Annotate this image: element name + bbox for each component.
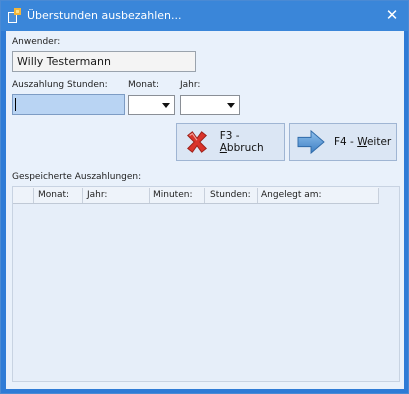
column-header[interactable]: Monat: — [38, 190, 69, 200]
month-select[interactable] — [128, 95, 175, 115]
year-select[interactable] — [180, 95, 240, 115]
text-caret — [15, 98, 16, 111]
window-title: Überstunden ausbezahlen... — [27, 9, 182, 22]
cancel-button[interactable]: F3 - Abbruch — [176, 123, 285, 161]
user-field: Willy Testermann — [12, 51, 196, 72]
cancel-label: F3 - Abbruch — [219, 130, 264, 154]
year-label: Jahr: — [180, 80, 201, 90]
title-bar[interactable]: Überstunden ausbezahlen... ✕ — [1, 1, 408, 31]
saved-payouts-table[interactable]: Monat: Jahr: Minuten: Stunden: Angelegt … — [12, 186, 400, 382]
user-label: Anwender: — [12, 37, 61, 47]
column-header[interactable]: Angelegt am: — [261, 190, 322, 200]
hours-label: Auszahlung Stunden: — [12, 80, 108, 90]
hours-input[interactable] — [12, 94, 125, 115]
app-icon — [8, 7, 22, 23]
column-header[interactable]: Stunden: — [210, 190, 251, 200]
dialog-window: Überstunden ausbezahlen... ✕ Anwender: W… — [0, 0, 409, 394]
red-x-icon — [183, 128, 212, 156]
chevron-down-icon[interactable] — [159, 97, 173, 113]
column-header[interactable]: Minuten: — [153, 190, 192, 200]
close-icon[interactable]: ✕ — [384, 7, 400, 23]
saved-label: Gespeicherte Auszahlungen: — [12, 172, 142, 182]
table-header: Monat: Jahr: Minuten: Stunden: Angelegt … — [13, 187, 379, 204]
chevron-down-icon[interactable] — [224, 97, 238, 113]
dialog-body: Anwender: Willy Testermann Auszahlung St… — [6, 31, 404, 389]
month-label: Monat: — [128, 80, 160, 90]
blue-arrow-right-icon — [296, 128, 326, 156]
next-button[interactable]: F4 - Weiter — [289, 123, 397, 161]
next-label: F4 - Weiter — [334, 136, 392, 148]
column-header[interactable]: Jahr: — [87, 190, 107, 200]
